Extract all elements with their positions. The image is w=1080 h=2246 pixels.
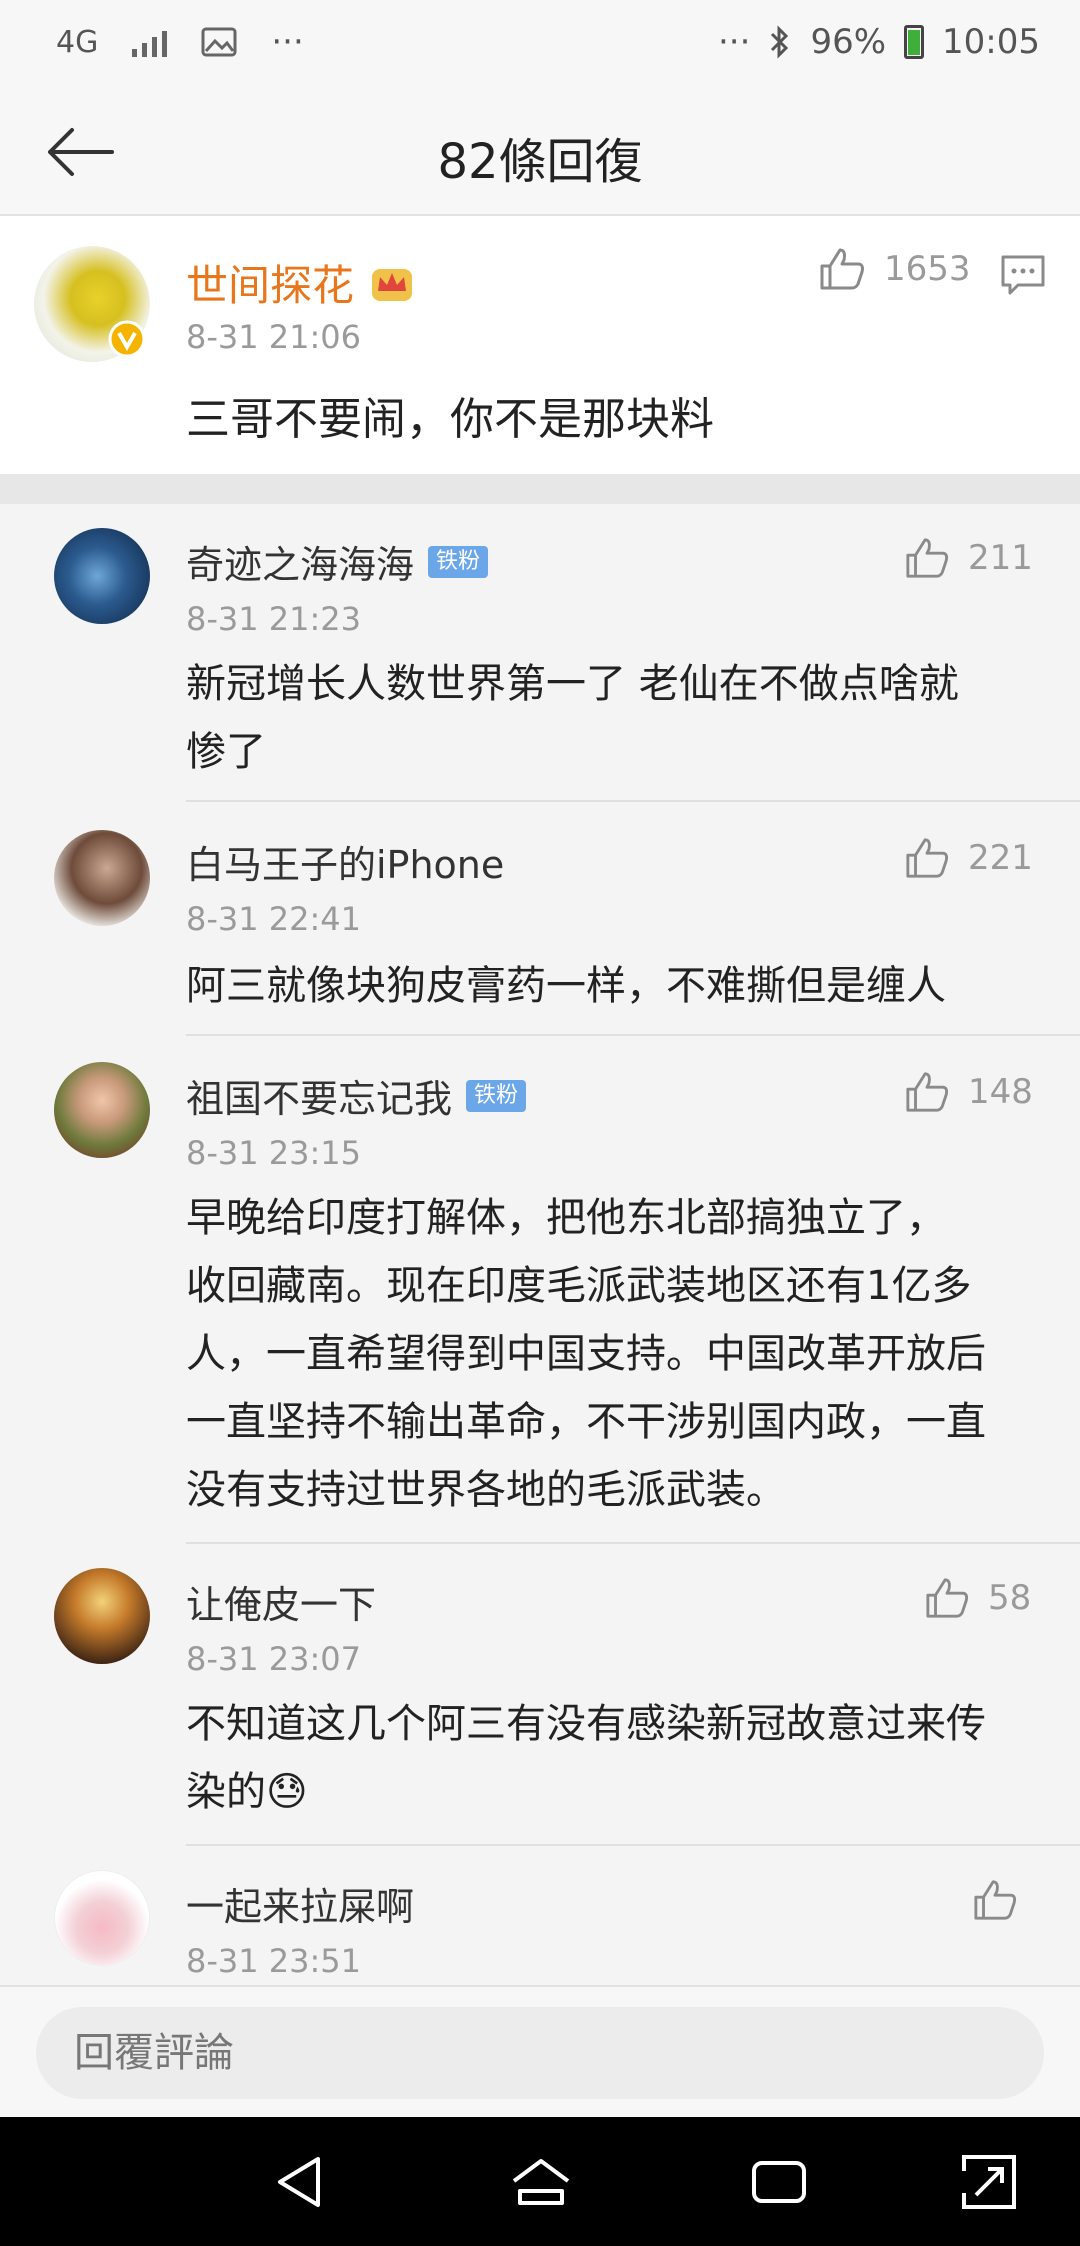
- avatar[interactable]: [54, 1568, 150, 1664]
- crown-icon: [372, 268, 413, 301]
- avatar[interactable]: [54, 830, 150, 926]
- thumbs-up-icon: [906, 838, 949, 878]
- like-button[interactable]: 211: [904, 536, 1033, 580]
- like-count: 221: [968, 838, 1033, 878]
- comment-time: 8-31 21:23: [186, 600, 362, 638]
- parent-comment: 世间探花 8-31 21:06 1653 三哥不要闹，你不是那块料: [0, 216, 1080, 474]
- like-button[interactable]: 148: [904, 1070, 1033, 1114]
- app-header: 82條回復: [0, 90, 1080, 216]
- fan-badge: 铁粉: [466, 1079, 527, 1112]
- image-icon: [201, 27, 237, 57]
- clock: 10:05: [942, 22, 1040, 62]
- like-count: 1653: [884, 249, 971, 289]
- reply-item: 奇迹之海海海 铁粉 8-31 21:23 211 新冠增长人数世界第一了 老仙在…: [0, 504, 1080, 802]
- comment-text: 早晚给印度打解体，把他东北部搞独立了， 收回藏南。现在印度毛派武装地区还有1亿多…: [186, 1195, 986, 1513]
- reply-item: 一起来拉屎啊 8-31 23:51: [0, 1846, 1080, 1985]
- author-name[interactable]: 奇迹之海海海 铁粉: [186, 534, 489, 589]
- expand-icon[interactable]: [954, 2147, 1024, 2217]
- avatar[interactable]: [54, 1062, 150, 1158]
- comment-time: 8-31 23:07: [186, 1640, 362, 1678]
- avatar[interactable]: [54, 528, 150, 624]
- thumbs-up-icon: [906, 1072, 949, 1112]
- battery-icon: [904, 25, 925, 59]
- like-button[interactable]: [972, 1878, 1018, 1922]
- comment-text: 新冠增长人数世界第一了 老仙在不做点啥就 惨了: [186, 661, 959, 775]
- comment-icon[interactable]: [1000, 254, 1046, 296]
- system-nav-bar: [0, 2117, 1080, 2246]
- author-name[interactable]: 白马王子的iPhone: [186, 834, 504, 889]
- avatar[interactable]: [54, 1870, 150, 1966]
- notification-more: ···: [271, 22, 304, 62]
- author-name[interactable]: 一起来拉屎啊: [186, 1876, 414, 1931]
- section-divider: [0, 474, 1080, 504]
- reply-item: 祖国不要忘记我 铁粉 8-31 23:15 148 早晚给印度打解体，把他东北部…: [0, 1036, 1080, 1544]
- recent-apps-icon[interactable]: [744, 2147, 814, 2217]
- back-icon[interactable]: [264, 2147, 334, 2217]
- comment-time: 8-31 21:06: [186, 318, 362, 356]
- author-name[interactable]: 祖国不要忘记我 铁粉: [186, 1068, 527, 1123]
- bluetooth-icon: [771, 25, 789, 59]
- page-title: 82條回復: [437, 134, 643, 190]
- signal-icon: [132, 27, 168, 57]
- thumbs-up-icon: [906, 538, 949, 578]
- comment-text: 不知道这几个阿三有没有感染新冠故意过来传 染的😓: [186, 1701, 986, 1815]
- thumbs-up-icon: [926, 1578, 969, 1618]
- status-more: ···: [718, 22, 751, 62]
- like-count: 58: [988, 1578, 1032, 1618]
- author-name[interactable]: 世间探花: [186, 252, 416, 313]
- comment-text: 阿三就像块狗皮膏药一样，不难撕但是缠人: [186, 963, 946, 1009]
- verified-badge-icon: [108, 320, 146, 358]
- like-count: 148: [968, 1072, 1033, 1112]
- thumbs-up-icon: [820, 248, 864, 290]
- status-bar: 4G ··· ··· 96% 10:05: [0, 0, 1080, 90]
- reply-item: 白马王子的iPhone 8-31 22:41 221 阿三就像块狗皮膏药一样，不…: [0, 802, 1080, 1036]
- thumbs-up-icon: [974, 1880, 1017, 1920]
- comment-time: 8-31 23:15: [186, 1134, 362, 1172]
- like-button[interactable]: 1653: [818, 246, 971, 292]
- comment-text: 三哥不要闹，你不是那块料: [186, 394, 714, 445]
- comment-time: 8-31 22:41: [186, 900, 362, 938]
- like-button[interactable]: 221: [904, 836, 1033, 880]
- reply-input[interactable]: 回覆評論: [36, 2007, 1044, 2099]
- home-icon[interactable]: [506, 2147, 576, 2217]
- author-name[interactable]: 让俺皮一下: [186, 1574, 376, 1629]
- network-indicator: 4G: [56, 24, 99, 60]
- battery-percent: 96%: [810, 22, 887, 62]
- like-count: 211: [968, 538, 1033, 578]
- reply-bar: 回覆評論: [0, 1985, 1080, 2117]
- fan-badge: 铁粉: [428, 545, 489, 578]
- like-button[interactable]: 58: [924, 1576, 1031, 1620]
- comment-time: 8-31 23:51: [186, 1942, 362, 1980]
- reply-item: 让俺皮一下 8-31 23:07 58 不知道这几个阿三有没有感染新冠故意过来传…: [0, 1544, 1080, 1846]
